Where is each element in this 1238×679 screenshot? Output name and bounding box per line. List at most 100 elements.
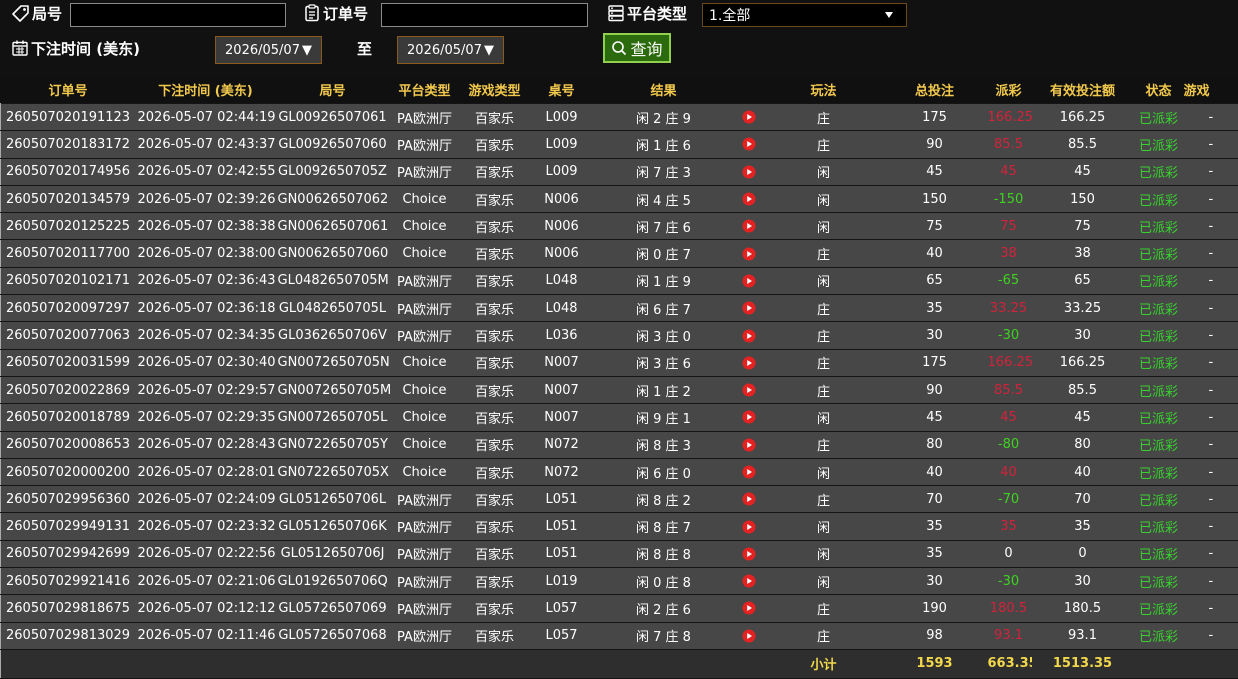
table-row[interactable]: 260507020117700 2026-05-07 02:38:00 GN0062… [0, 239, 1238, 268]
play-icon[interactable] [742, 329, 756, 343]
cell-result: 闲 7 庄 8 [593, 621, 734, 650]
play-icon[interactable] [742, 192, 756, 206]
cell-result: 闲 6 庄 0 [593, 457, 734, 487]
play-icon[interactable] [742, 574, 756, 588]
play-icon[interactable] [742, 274, 756, 288]
play-icon[interactable] [742, 383, 756, 397]
cell-valid: 45 [1031, 403, 1134, 432]
replay-cell [733, 294, 764, 323]
table-row[interactable]: 260507020031599 2026-05-07 02:30:40 GN0072… [0, 348, 1238, 377]
cell-valid: 180.5 [1031, 594, 1134, 623]
cell-valid: 166.25 [1031, 348, 1134, 377]
table-row[interactable]: 260507020191123 2026-05-07 02:44:19 GL0092… [0, 102, 1238, 132]
play-icon[interactable] [742, 219, 756, 233]
table-row[interactable]: 260507020102171 2026-05-07 02:36:43 GL0482… [0, 266, 1238, 296]
cell-payout: 45 [985, 403, 1032, 432]
cell-game: 百家乐 [459, 430, 530, 459]
cell-result: 闲 8 庄 3 [593, 430, 734, 459]
cell-bet: 30 [883, 567, 986, 596]
cell-platform: PA欧洲厅 [389, 621, 460, 650]
date-to-value: 2026/05/07 [407, 42, 482, 58]
cell-table: N006 [529, 184, 594, 214]
play-icon[interactable] [742, 110, 756, 124]
cell-extra: - [1183, 212, 1238, 241]
cell-valid: 65 [1031, 266, 1134, 296]
play-icon[interactable] [742, 356, 756, 370]
cell-time: 2026-05-07 02:43:37 [135, 130, 276, 159]
cell-time: 2026-05-07 02:11:46 [135, 621, 276, 650]
cell-extra: - [1183, 130, 1238, 159]
table-row[interactable]: 260507020174956 2026-05-07 02:42:55 GL0092… [0, 157, 1238, 186]
subtotal-empty-cell [733, 648, 764, 679]
cell-time: 2026-05-07 02:44:19 [135, 102, 276, 132]
cell-result: 闲 2 庄 9 [593, 102, 734, 132]
table-row[interactable]: 260507020000200 2026-05-07 02:28:01 GN0722… [0, 457, 1238, 487]
query-button[interactable]: 查询 [603, 33, 671, 63]
cell-extra: - [1183, 594, 1238, 623]
play-icon[interactable] [742, 465, 756, 479]
table-row[interactable]: 260507029949131 2026-05-07 02:23:32 GL0512… [0, 512, 1238, 541]
table-row[interactable]: 260507020077063 2026-05-07 02:34:35 GL0362… [0, 321, 1238, 350]
date-to-picker[interactable]: 2026/05/07 ▼ [397, 36, 504, 64]
cell-platform: Choice [389, 403, 460, 432]
cell-valid: 85.5 [1031, 130, 1134, 159]
cell-round: GL0482650705M [275, 266, 390, 296]
play-icon[interactable] [742, 601, 756, 615]
round-input[interactable] [70, 3, 286, 27]
cell-payout: 85.5 [985, 375, 1032, 405]
cell-valid: 40 [1031, 457, 1134, 487]
cell-result: 闲 8 庄 2 [593, 485, 734, 514]
table-row[interactable]: 260507020183172 2026-05-07 02:43:37 GL0092… [0, 130, 1238, 159]
cell-bet: 40 [883, 457, 986, 487]
play-icon[interactable] [742, 137, 756, 151]
play-icon[interactable] [742, 165, 756, 179]
table-row[interactable]: 260507020134579 2026-05-07 02:39:26 GN0062… [0, 184, 1238, 214]
platform-select[interactable]: 1.全部 [702, 3, 907, 27]
cell-result: 闲 8 庄 8 [593, 539, 734, 569]
table-row[interactable]: 260507020022869 2026-05-07 02:29:57 GN0072… [0, 375, 1238, 405]
cell-payout: -65 [985, 266, 1032, 296]
table-row[interactable]: 260507029956360 2026-05-07 02:24:09 GL0512… [0, 485, 1238, 514]
table-row[interactable]: 260507020125225 2026-05-07 02:38:38 GN0062… [0, 212, 1238, 241]
subtotal-empty-cell [275, 648, 390, 679]
replay-cell [733, 184, 764, 214]
cell-play: 庄 [763, 348, 884, 377]
cell-table: L051 [529, 512, 594, 541]
play-icon[interactable] [742, 410, 756, 424]
cell-result: 闲 1 庄 2 [593, 375, 734, 405]
cell-table: L048 [529, 266, 594, 296]
cell-play: 庄 [763, 130, 884, 159]
cell-bet: 45 [883, 403, 986, 432]
cell-valid: 93.1 [1031, 621, 1134, 650]
play-icon[interactable] [742, 520, 756, 534]
table-row[interactable]: 260507029813029 2026-05-07 02:11:46 GL0572… [0, 621, 1238, 650]
play-icon[interactable] [742, 301, 756, 315]
table-row[interactable]: 260507029818675 2026-05-07 02:12:12 GL0572… [0, 594, 1238, 623]
play-icon[interactable] [742, 629, 756, 643]
cell-bet: 40 [883, 239, 986, 268]
cell-payout: 38 [985, 239, 1032, 268]
cell-time: 2026-05-07 02:36:43 [135, 266, 276, 296]
table-row[interactable]: 260507020008653 2026-05-07 02:28:43 GN0722… [0, 430, 1238, 459]
play-icon[interactable] [742, 547, 756, 561]
cell-order: 260507029813029 [0, 621, 136, 650]
play-icon[interactable] [742, 492, 756, 506]
cell-game: 百家乐 [459, 567, 530, 596]
cell-result: 闲 4 庄 5 [593, 184, 734, 214]
cell-payout: 166.25 [985, 102, 1032, 132]
date-from-picker[interactable]: 2026/05/07 ▼ [215, 36, 322, 64]
table-row[interactable]: 260507029942699 2026-05-07 02:22:56 GL0512… [0, 539, 1238, 569]
play-icon[interactable] [742, 438, 756, 452]
round-label: 局号 [12, 0, 62, 26]
play-icon[interactable] [742, 247, 756, 261]
table-row[interactable]: 260507020097297 2026-05-07 02:36:18 GL0482… [0, 294, 1238, 323]
cell-status: 已派彩 [1133, 212, 1184, 241]
replay-cell [733, 457, 764, 487]
cell-table: N006 [529, 212, 594, 241]
cell-result: 闲 7 庄 6 [593, 212, 734, 241]
order-input[interactable] [381, 3, 588, 27]
cell-status: 已派彩 [1133, 157, 1184, 186]
table-row[interactable]: 260507029921416 2026-05-07 02:21:06 GL0192… [0, 567, 1238, 596]
cell-result: 闲 9 庄 1 [593, 403, 734, 432]
table-row[interactable]: 260507020018789 2026-05-07 02:29:35 GN0072… [0, 403, 1238, 432]
